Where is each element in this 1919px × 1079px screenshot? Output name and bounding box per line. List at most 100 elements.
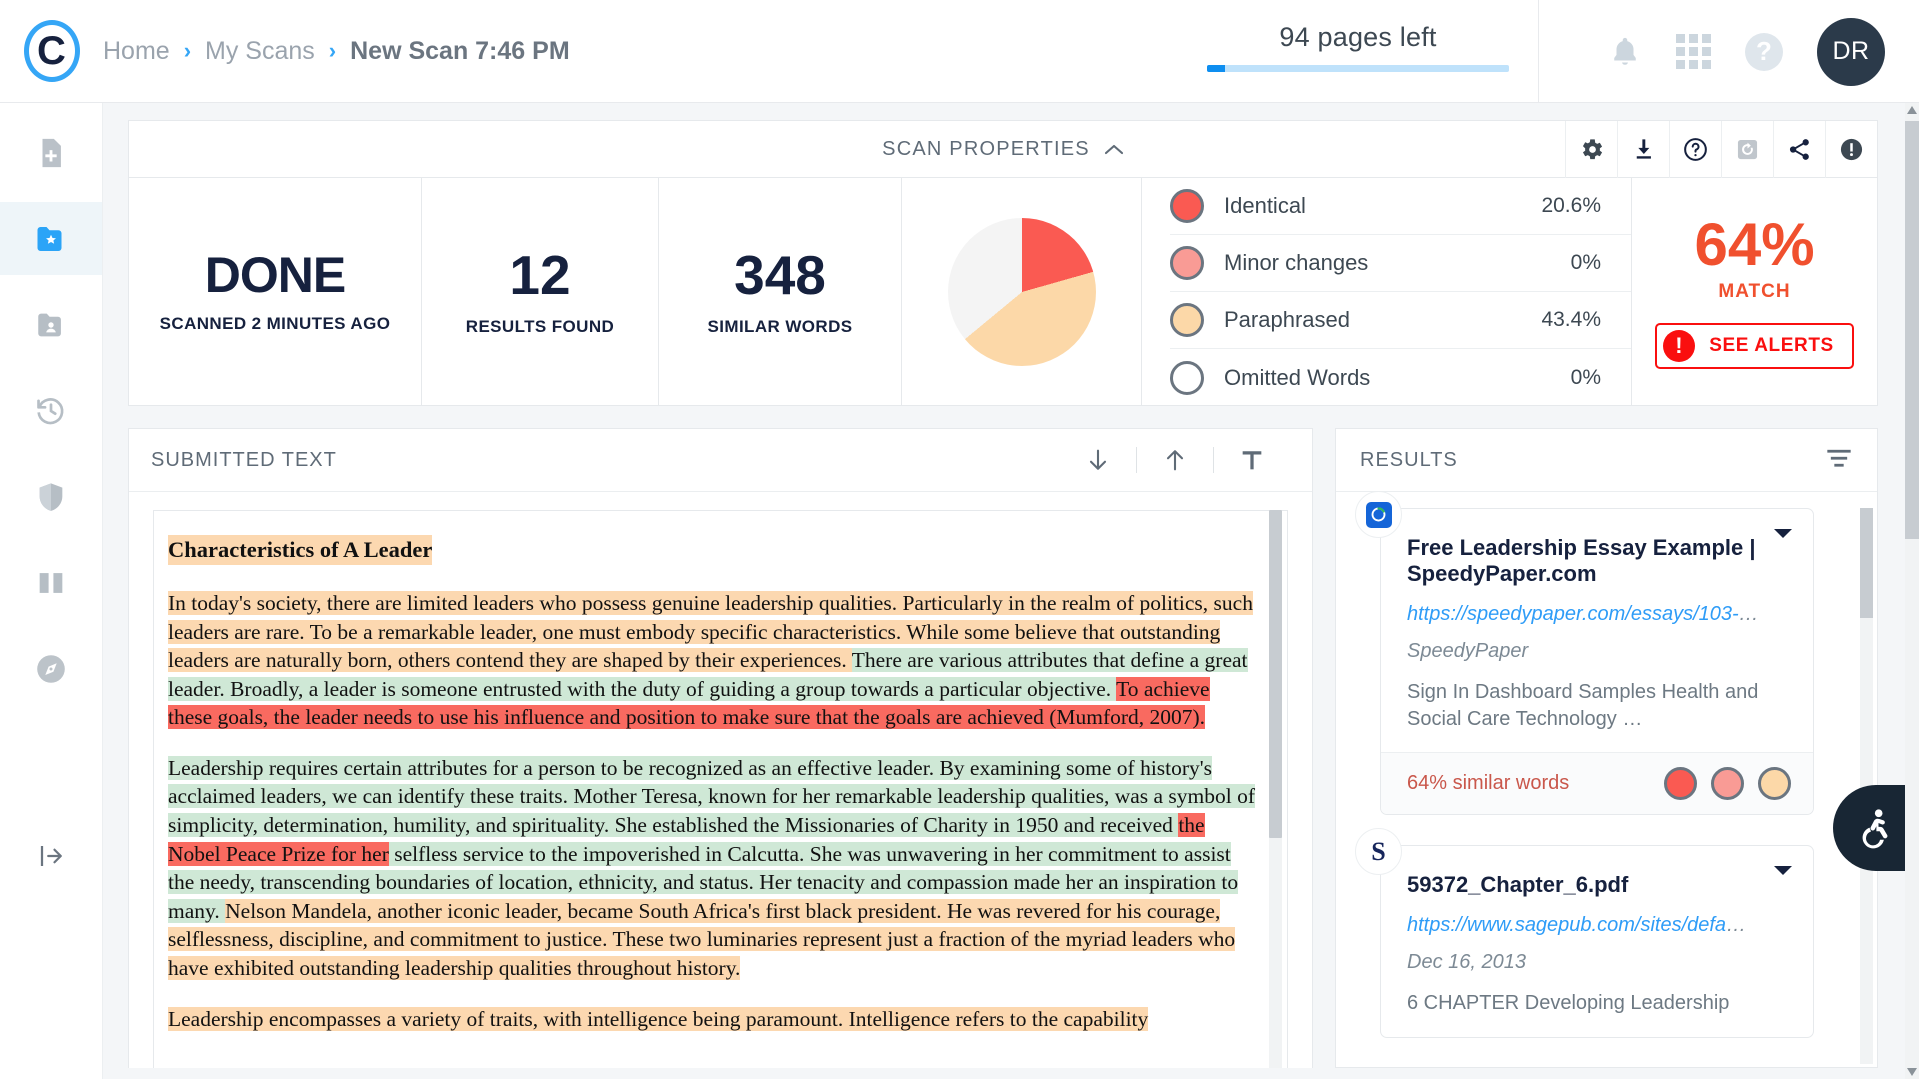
legend-value-omitted-words: 0% (1571, 366, 1601, 390)
result-url[interactable]: https://speedypaper.com/essays/103-… (1407, 603, 1779, 626)
legend-dot-identical (1170, 189, 1204, 223)
document-page: Characteristics of A Leader In today's s… (153, 510, 1288, 1068)
legend-label-omitted-words: Omitted Words (1224, 365, 1571, 391)
expand-caret-icon[interactable] (1773, 864, 1793, 883)
sidebar-item-history[interactable] (0, 374, 102, 447)
gear-icon[interactable] (1565, 121, 1617, 178)
results-list: Free Leadership Essay Example | SpeedyPa… (1336, 492, 1877, 1068)
legend-value-minor-changes: 0% (1571, 251, 1601, 275)
result-dot-paraphrased[interactable] (1758, 767, 1791, 800)
result-title[interactable]: Free Leadership Essay Example | SpeedyPa… (1407, 535, 1779, 587)
document-paragraphs: In today's society, there are limited le… (168, 589, 1257, 1033)
text-format-icon[interactable] (1214, 446, 1290, 474)
document-paragraph: Leadership encompasses a variety of trai… (168, 1005, 1257, 1034)
page-scrollbar-thumb[interactable] (1905, 121, 1919, 539)
next-match-icon[interactable] (1060, 446, 1136, 474)
previous-match-icon[interactable] (1137, 446, 1213, 474)
match-summary: 64% MATCH ! SEE ALERTS (1632, 178, 1877, 406)
sidebar-item-new-scan[interactable] (0, 116, 102, 189)
sidebar-collapse-toggle[interactable] (0, 841, 103, 871)
header-divider (1538, 0, 1539, 103)
main-content: SCAN PROPERTIES (103, 103, 1919, 1079)
result-card[interactable]: Free Leadership Essay Example | SpeedyPa… (1380, 508, 1814, 815)
pages-left-progressbar (1207, 65, 1509, 72)
speedypaper-favicon-icon (1355, 492, 1402, 538)
chevron-up-icon[interactable] (1104, 143, 1124, 156)
result-dot-minor-changes[interactable] (1711, 767, 1744, 800)
results-header: RESULTS (1336, 429, 1877, 492)
help-icon[interactable]: ? (1745, 33, 1783, 71)
stat-status: DONE SCANNED 2 MINUTES AGO (129, 178, 422, 406)
pages-left-progress-fill (1207, 65, 1225, 72)
scan-properties-title-text: SCAN PROPERTIES (882, 138, 1090, 161)
avatar[interactable]: DR (1817, 18, 1885, 86)
download-icon[interactable] (1617, 121, 1669, 178)
sagepub-favicon-icon: S (1355, 828, 1402, 875)
legend-row-paraphrased: Paraphrased 43.4% (1170, 292, 1631, 349)
scan-properties-header: SCAN PROPERTIES (129, 121, 1877, 178)
stat-results-label: RESULTS FOUND (466, 317, 614, 337)
stat-similar-value: 348 (734, 248, 826, 303)
bell-icon[interactable] (1608, 35, 1642, 69)
document-text-run[interactable]: Leadership encompasses a variety of trai… (168, 1007, 1148, 1031)
legend-dot-omitted-words (1170, 361, 1204, 395)
sidebar-item-security[interactable] (0, 460, 102, 533)
result-dot-identical[interactable] (1664, 767, 1697, 800)
sidebar-item-shared-with-me[interactable] (0, 288, 102, 361)
result-url[interactable]: https://www.sagepub.com/sites/defa… (1407, 914, 1779, 937)
similarity-pie-chart (902, 178, 1142, 406)
similarity-legend: Identical 20.6% Minor changes 0% Paraphr… (1142, 178, 1632, 406)
scroll-down-arrow-icon[interactable] (1905, 1065, 1919, 1079)
document-title: Characteristics of A Leader (168, 535, 432, 565)
app-logo[interactable]: C (0, 20, 103, 82)
breadcrumb: Home › My Scans › New Scan 7:46 PM (103, 37, 570, 66)
restore-icon[interactable] (1721, 121, 1773, 178)
results-title: RESULTS (1360, 449, 1825, 472)
result-footer: 64% similar words (1381, 752, 1813, 814)
pie-chart-graphic (948, 218, 1096, 366)
document-text-run[interactable]: Nelson Mandela, another iconic leader, b… (168, 899, 1235, 980)
stat-status-value: DONE (205, 250, 345, 300)
scan-properties-toolbar (1565, 121, 1877, 178)
sidebar-item-compare[interactable] (0, 546, 102, 619)
document-paragraph: Leadership requires certain attributes f… (168, 754, 1257, 983)
chevron-right-icon: › (329, 38, 336, 64)
document-text-run[interactable]: Leadership requires certain attributes f… (168, 756, 1255, 837)
legend-label-minor-changes: Minor changes (1224, 250, 1571, 276)
result-title[interactable]: 59372_Chapter_6.pdf (1407, 872, 1779, 898)
document-scrollbar[interactable] (1269, 510, 1282, 1068)
scan-properties-title[interactable]: SCAN PROPERTIES (882, 138, 1124, 161)
legend-label-paraphrased: Paraphrased (1224, 307, 1541, 333)
apps-grid-icon[interactable] (1676, 34, 1711, 69)
share-icon[interactable] (1773, 121, 1825, 178)
stat-results-found: 12 RESULTS FOUND (422, 178, 659, 406)
stat-similar-label: SIMILAR WORDS (708, 317, 853, 337)
sidebar-item-my-scans[interactable] (0, 202, 102, 275)
legend-row-omitted-words: Omitted Words 0% (1170, 349, 1631, 406)
pages-left-label: 94 pages left (1207, 22, 1509, 53)
scan-properties-body: DONE SCANNED 2 MINUTES AGO 12 RESULTS FO… (129, 178, 1877, 406)
result-card[interactable]: S 59372_Chapter_6.pdf https://www.sagepu… (1380, 845, 1814, 1038)
scroll-up-arrow-icon[interactable] (1905, 103, 1919, 117)
breadcrumb-item-home[interactable]: Home (103, 37, 170, 66)
document-paragraph: In today's society, there are limited le… (168, 589, 1257, 732)
help-icon[interactable] (1669, 121, 1721, 178)
sidebar-item-explore[interactable] (0, 632, 102, 705)
results-scrollbar-thumb[interactable] (1860, 508, 1873, 618)
stat-results-value: 12 (509, 248, 570, 303)
filter-icon[interactable] (1825, 447, 1853, 474)
legend-dot-minor-changes (1170, 246, 1204, 280)
header-actions: ? DR (1608, 0, 1885, 103)
stat-status-label: SCANNED 2 MINUTES AGO (160, 314, 391, 334)
alert-icon[interactable] (1825, 121, 1877, 178)
submitted-text-panel: SUBMITTED TEXT Characteristics of A Lead… (128, 428, 1313, 1068)
match-percent: 64% (1694, 215, 1814, 275)
see-alerts-button[interactable]: ! SEE ALERTS (1655, 323, 1854, 369)
breadcrumb-item-my-scans[interactable]: My Scans (205, 37, 315, 66)
expand-caret-icon[interactable] (1773, 527, 1793, 546)
scan-properties-panel: SCAN PROPERTIES (128, 120, 1878, 406)
page-scrollbar[interactable] (1905, 103, 1919, 1079)
result-source: SpeedyPaper (1407, 640, 1779, 663)
match-label: MATCH (1718, 281, 1790, 303)
document-scrollbar-thumb[interactable] (1269, 510, 1282, 838)
